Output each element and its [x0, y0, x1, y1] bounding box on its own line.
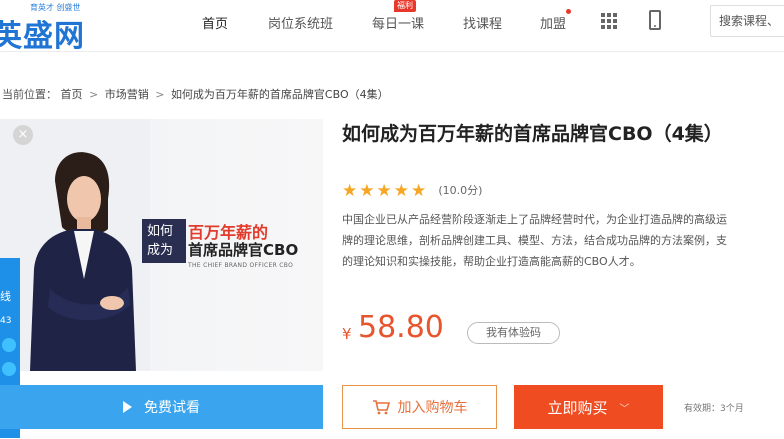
cart-icon [372, 400, 390, 415]
cover-box-line2: 成为 [147, 243, 174, 258]
site-logo[interactable]: 育英才 创盛世 英盛网 [0, 0, 100, 54]
rating-score: (10.0分) [438, 184, 483, 197]
play-icon [123, 401, 132, 413]
cover-subtitle-en: THE CHIEF BRAND OFFICER CBO [188, 262, 294, 269]
cover-title-line2: 首席品牌官CBO [188, 241, 299, 259]
star-icon: ★ [342, 181, 358, 201]
rating-stars: ★ ★ ★ ★ ★ (10.0分) [342, 181, 482, 201]
breadcrumb: 当前位置： 首页 > 市场营销 > 如何成为百万年薪的首席品牌官CBO（4集） [2, 86, 389, 102]
free-trial-button[interactable]: 免费试看 [0, 385, 323, 429]
chevron-down-icon: ﹀ [619, 403, 630, 415]
top-header: 育英才 创盛世 英盛网 首页 岗位系统班 每日一课 福利 找课程 加盟 [0, 0, 784, 54]
nav-join[interactable]: 加盟 [540, 13, 566, 32]
woman-photo [0, 119, 150, 371]
breadcrumb-current: 如何成为百万年薪的首席品牌官CBO（4集） [170, 88, 389, 101]
breadcrumb-separator: > [155, 88, 165, 101]
redeem-code-button[interactable]: 我有体验码 [467, 322, 560, 344]
description-line: 牌的理论思维，剖析品牌创建工具、模型、方法，结合成功品牌的方法案例，支 [342, 234, 727, 247]
cover-title-box: 如何 成为 [142, 219, 186, 263]
cover-box-line1: 如何 [147, 224, 174, 239]
star-icon: ★ [376, 181, 392, 201]
course-cover-image[interactable]: × 如何 成为 百万年薪的 首席品牌官CBO THE CHIEF BRAND O… [0, 119, 323, 371]
breadcrumb-prefix: 当前位置： [2, 88, 57, 101]
add-to-cart-label: 加入购物车 [397, 400, 468, 416]
side-circle-icon[interactable] [2, 338, 16, 352]
page: 育英才 创盛世 英盛网 首页 岗位系统班 每日一课 福利 找课程 加盟 当前位置… [0, 0, 784, 439]
notification-dot [566, 9, 571, 14]
close-icon[interactable]: × [13, 125, 33, 145]
side-float-number: 43 [0, 316, 12, 326]
add-to-cart-button[interactable]: 加入购物车 [342, 385, 497, 429]
price-currency: ¥ [342, 325, 352, 343]
search-box[interactable] [710, 5, 784, 37]
buy-now-label: 立即购买 [547, 398, 608, 417]
breadcrumb-home[interactable]: 首页 [61, 88, 83, 101]
apps-grid-icon[interactable] [601, 13, 617, 29]
side-float-text: 线 [0, 290, 11, 303]
breadcrumb-separator: > [89, 88, 99, 101]
star-icon: ★ [411, 181, 427, 201]
price-value: 58.80 [358, 310, 444, 345]
free-trial-label: 免费试看 [144, 400, 200, 416]
side-circle-icon[interactable] [2, 362, 16, 376]
star-icon: ★ [359, 181, 375, 201]
nav-daily-lesson[interactable]: 每日一课 [372, 13, 424, 32]
buy-now-button[interactable]: 立即购买 ﹀ [514, 385, 663, 429]
welfare-badge: 福利 [394, 0, 416, 12]
nav-job-system-class[interactable]: 岗位系统班 [268, 13, 333, 32]
validity-period: 有效期：3个月 [684, 404, 744, 414]
nav-home[interactable]: 首页 [202, 13, 228, 32]
course-title: 如何成为百万年薪的首席品牌官CBO（4集） [342, 123, 723, 145]
logo-text: 英盛网 [0, 19, 85, 54]
description-line: 的理论知识和实操技能，帮助企业打造高能高薪的CBO人才。 [342, 255, 641, 268]
breadcrumb-marketing[interactable]: 市场营销 [105, 88, 149, 101]
search-input[interactable] [711, 6, 784, 36]
nav-find-course[interactable]: 找课程 [463, 13, 502, 32]
description-line: 中国企业已从产品经营阶段逐渐走上了品牌经营时代，为企业打造品牌的高级运 [342, 213, 727, 226]
star-icon: ★ [393, 181, 409, 201]
course-description: 中国企业已从产品经营阶段逐渐走上了品牌经营时代，为企业打造品牌的高级运 牌的理论… [342, 209, 784, 272]
mobile-phone-icon[interactable] [649, 10, 661, 30]
